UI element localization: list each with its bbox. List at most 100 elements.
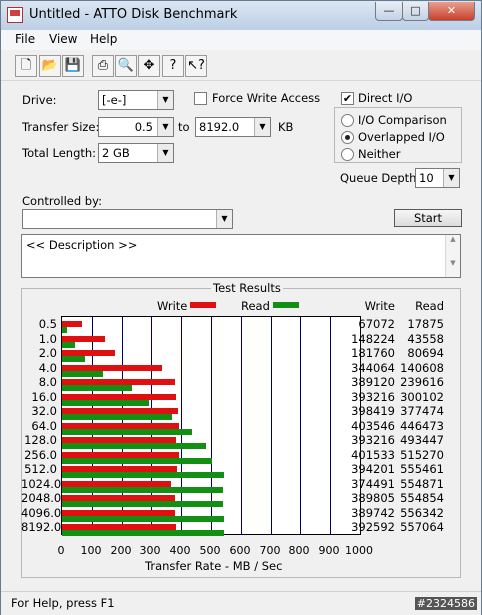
grid-line (330, 317, 331, 534)
read-value: 377474 (400, 404, 444, 418)
status-bar: For Help, press F1 #2324586 (1, 591, 481, 615)
y-tick-label: 1.0 (38, 331, 57, 346)
queue-depth-label: Queue Depth: (340, 171, 421, 185)
drive-value: [-e-] (102, 93, 127, 107)
direct-io-checkbox[interactable]: ✔ (341, 92, 354, 105)
legend-read-label: Read (241, 299, 270, 313)
chevron-down-icon[interactable]: ▼ (157, 144, 173, 162)
chevron-down-icon[interactable]: ▼ (443, 169, 459, 187)
read-bar (62, 385, 132, 391)
chevron-down-icon[interactable]: ▼ (254, 118, 270, 136)
menu-file[interactable]: File (15, 32, 35, 46)
read-value: 446473 (400, 418, 444, 433)
read-value: 239616 (400, 375, 444, 389)
transfer-size-label: Transfer Size: (22, 120, 100, 134)
overlapped-io-radio[interactable] (341, 131, 354, 144)
read-bar (62, 457, 212, 464)
description-scrollbar[interactable]: ▲ ▼ (445, 235, 460, 277)
menu-help[interactable]: Help (90, 32, 117, 46)
overlapped-io-label: Overlapped I/O (358, 130, 445, 144)
legend-read-swatch (273, 302, 299, 308)
total-length-value: 2 GB (102, 146, 130, 160)
read-value: 493447 (400, 433, 444, 447)
controlled-by-select[interactable]: ▼ (22, 209, 233, 229)
drive-select[interactable]: [-e-] ▼ (98, 90, 174, 110)
read-bar (62, 327, 67, 333)
read-value: 140608 (400, 360, 444, 375)
controlled-by-label: Controlled by: (22, 194, 102, 208)
print-icon[interactable]: ⎙ (92, 55, 114, 77)
read-value: 554854 (400, 491, 444, 505)
test-results-title: Test Results (211, 281, 283, 295)
y-tick-label: 512.0 (24, 462, 57, 476)
transfer-size-from-select[interactable]: 0.5 ▼ (98, 117, 174, 137)
io-mode-group: I/O Comparison Overlapped I/O Neither (334, 107, 462, 163)
y-tick-label: 1024.0 (21, 476, 62, 491)
read-value: 43558 (407, 331, 444, 346)
open-icon[interactable]: 📂 (39, 55, 61, 77)
neither-radio[interactable] (341, 148, 354, 161)
new-icon[interactable]: 🗋 (15, 55, 37, 77)
y-tick-label: 0.5 (38, 317, 57, 331)
drive-label: Drive: (22, 93, 57, 107)
io-comparison-radio[interactable] (341, 114, 354, 127)
read-bar (62, 356, 85, 362)
queue-depth-select[interactable]: 10 ▼ (415, 168, 460, 188)
y-tick-label: 2.0 (38, 346, 57, 360)
read-bar (62, 443, 206, 449)
read-bar (62, 530, 224, 536)
force-write-label: Force Write Access (212, 91, 321, 105)
move-icon[interactable]: ✥ (138, 55, 160, 77)
to-label: to (178, 120, 190, 134)
legend-write-swatch (190, 302, 216, 308)
read-bar (62, 399, 149, 406)
read-value: 80694 (407, 346, 444, 360)
total-length-select[interactable]: 2 GB ▼ (98, 143, 174, 163)
y-tick-label: 4.0 (38, 360, 57, 375)
transfer-size-to-select[interactable]: 8192.0 ▼ (195, 117, 271, 137)
app-window: Untitled - ATTO Disk Benchmark — □ ✕ Fil… (0, 0, 482, 615)
read-bar (62, 341, 75, 348)
read-bar (62, 472, 224, 478)
minimize-button[interactable]: — (375, 2, 403, 21)
maximize-button[interactable]: □ (402, 2, 429, 21)
x-axis-label: Transfer Rate - MB / Sec (145, 559, 283, 573)
chevron-down-icon[interactable]: ▼ (216, 210, 232, 228)
direct-io-label: Direct I/O (358, 91, 413, 105)
chevron-down-icon[interactable]: ▼ (157, 118, 173, 136)
y-tick-label: 32.0 (31, 404, 57, 418)
close-button[interactable]: ✕ (428, 2, 475, 21)
transfer-to-value: 8192.0 (199, 120, 240, 134)
read-value: 554871 (400, 476, 444, 491)
transfer-from-value: 0.5 (134, 120, 153, 134)
y-tick-label: 4096.0 (21, 505, 62, 520)
x-tick-label: 1000 (345, 544, 373, 557)
kb-label: KB (278, 120, 294, 134)
read-value: 17875 (407, 317, 444, 331)
y-tick-label: 8.0 (38, 375, 57, 389)
save-icon[interactable]: 💾 (62, 55, 84, 77)
help-icon[interactable]: ? (162, 55, 184, 77)
description-box[interactable]: << Description >> ▲ ▼ (21, 234, 461, 278)
description-text: << Description >> (26, 238, 138, 252)
force-write-checkbox[interactable] (194, 92, 207, 105)
watermark: #2324586 (414, 597, 477, 610)
read-bar (62, 428, 192, 435)
context-help-icon[interactable]: ↖? (185, 55, 207, 77)
y-tick-label: 128.0 (24, 433, 57, 447)
start-button[interactable]: Start (394, 209, 462, 227)
title-bar[interactable]: Untitled - ATTO Disk Benchmark — □ ✕ (1, 1, 481, 30)
read-bar (62, 501, 223, 507)
total-length-label: Total Length: (22, 146, 97, 160)
y-tick-label: 64.0 (31, 418, 57, 433)
print-preview-icon[interactable]: 🔍 (115, 55, 137, 77)
y-tick-label: 2048.0 (21, 491, 62, 505)
read-value: 555461 (400, 462, 444, 476)
grid-line (241, 317, 242, 534)
legend-write-label: Write (157, 299, 188, 313)
chevron-down-icon[interactable]: ▼ (157, 91, 173, 109)
read-bar (62, 515, 224, 522)
read-column-header: Read (415, 299, 444, 313)
menu-view[interactable]: View (49, 32, 77, 46)
app-icon[interactable] (7, 7, 23, 23)
